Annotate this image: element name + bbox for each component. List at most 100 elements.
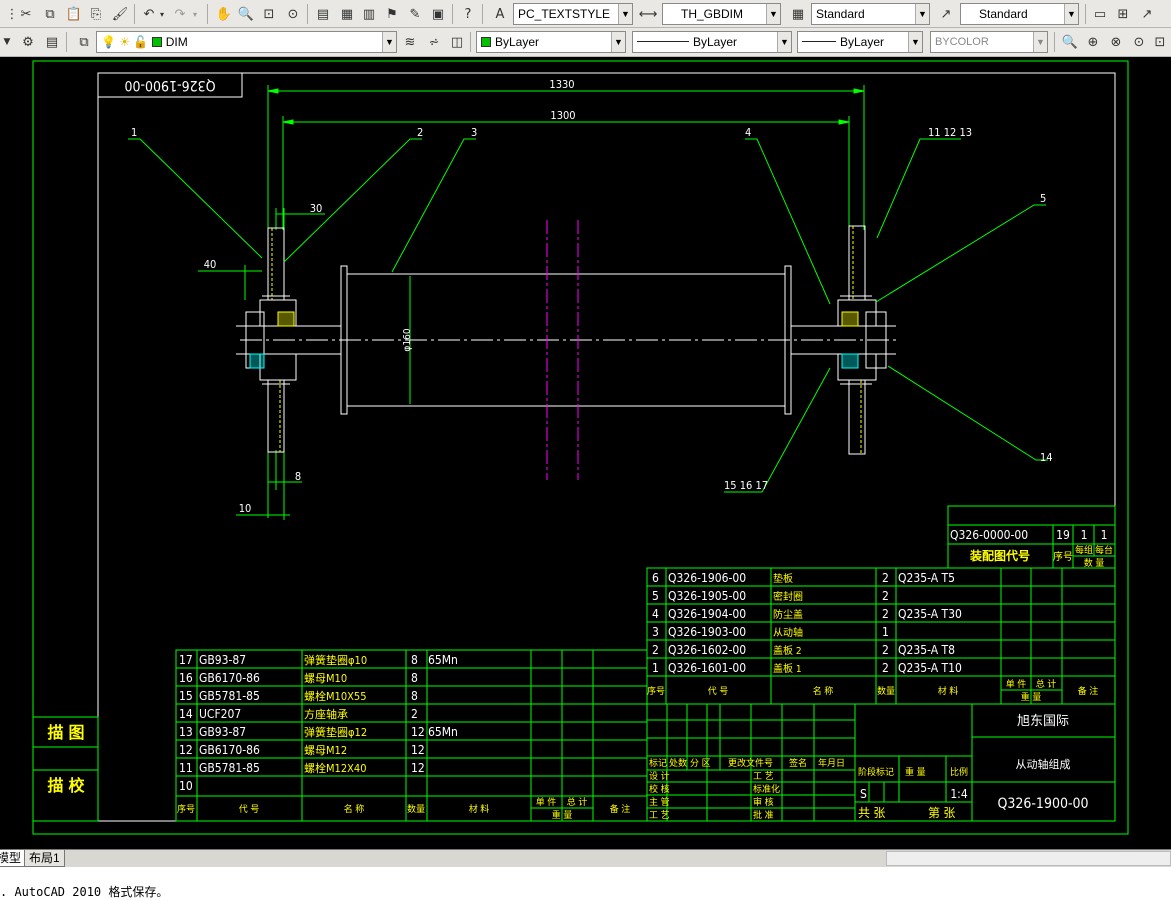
bom-row-name: 螺栓M10X55 <box>304 689 367 703</box>
bom-l-h-w1: 单 件 <box>536 796 557 808</box>
cut-icon[interactable]: ✂ <box>16 4 36 24</box>
bom-row-code: Q326-1903-00 <box>668 625 746 639</box>
bom-right-rows: 6 Q326-1906-00 垫板 2 Q235-A T5 5 Q326-1905-00 密封… <box>652 571 962 675</box>
bom-row-code: Q326-1601-00 <box>668 661 746 675</box>
layer-match-icon[interactable]: ⩫ <box>424 32 444 52</box>
pan-icon[interactable]: ✋ <box>214 4 234 24</box>
redo-dropdown-icon[interactable]: ▾ <box>190 4 200 24</box>
plotstyle-select[interactable]: BYCOLOR ▼ <box>930 31 1048 53</box>
bom-r-h-qty: 数量 <box>877 685 895 697</box>
assembly-h-group: 每组 <box>1075 544 1093 556</box>
bom-row-qty: 2 <box>882 571 889 585</box>
undo-icon[interactable]: ↶ <box>139 4 159 24</box>
table-style-select[interactable]: Standard ▼ <box>811 3 930 25</box>
bom-row-name: 螺母M12 <box>304 744 347 757</box>
dim-style-select[interactable]: TH_GBDIM ▼ <box>662 3 781 25</box>
zoom-object-icon[interactable]: ⊡ <box>1150 32 1170 52</box>
bom-row-qty: 2 <box>882 661 889 675</box>
bom-r-h-note: 备 注 <box>1078 685 1099 697</box>
bom-row-code: Q326-1904-00 <box>668 607 746 621</box>
rev-sign: 签名 <box>789 757 807 769</box>
dim-1300-text: 1300 <box>550 109 575 122</box>
command-line[interactable]: . AutoCAD 2010 格式保存。 <box>0 867 1171 901</box>
table-icon[interactable]: ⊞ <box>1113 4 1133 24</box>
bom-left-rows: 17 GB93-87 弹簧垫圈φ10 8 65Mn 16 GB6170-86 螺母M10 8 15… <box>179 653 458 793</box>
layer-states-icon[interactable]: ▤ <box>42 32 62 52</box>
linetype-select[interactable]: ByLayer ▼ <box>632 31 792 53</box>
layer-isolate-icon[interactable]: ◫ <box>447 32 467 52</box>
bom-row-no: 17 <box>179 653 193 667</box>
dim-style-icon[interactable]: ⟷ <box>638 4 658 24</box>
bom-row-no: 3 <box>652 625 659 639</box>
layer-properties-icon[interactable]: ⚙ <box>18 32 38 52</box>
bom-row-name: 弹簧垫圈φ10 <box>304 653 367 667</box>
zoom-scale-icon[interactable]: ⊗ <box>1106 32 1126 52</box>
bom-row-no: 14 <box>179 707 193 721</box>
redo-icon[interactable]: ↷ <box>170 4 190 24</box>
zoom-window2-icon[interactable]: 🔍 <box>1060 32 1080 52</box>
layout-tab-bar: 模型 布局1 <box>0 849 1171 867</box>
drawing-canvas[interactable]: Q326-1900-00 描 图 描 校 1330 1300 30 40 8 1… <box>0 57 1171 849</box>
bom-r-h-w2: 总 计 <box>1036 678 1057 690</box>
tab-layout1[interactable]: 布局1 <box>24 850 65 867</box>
text-style-icon[interactable]: A <box>490 4 510 24</box>
bom-row-qty: 8 <box>411 653 418 667</box>
text-style-select[interactable]: PC_TEXTSTYLE ▼ <box>513 3 633 25</box>
layer-select[interactable]: 💡 ☀ 🔓 DIM ▼ <box>96 31 397 53</box>
assembly-code: Q326-0000-00 <box>950 528 1028 542</box>
title-name: 从动轴组成 <box>1016 757 1071 771</box>
multileader-icon[interactable]: ↗ <box>1137 4 1157 24</box>
balloon-15-16-17: 15 16 17 <box>724 479 768 492</box>
h-weight: 重 量 <box>905 766 926 778</box>
calculator-icon[interactable]: ▣ <box>428 4 448 24</box>
horizontal-scrollbar[interactable] <box>886 851 1171 866</box>
title-code: Q326-1900-00 <box>997 796 1088 812</box>
bom-l-h-name: 名 称 <box>344 803 365 815</box>
help-icon[interactable]: ? <box>458 4 478 24</box>
zoom-realtime-icon[interactable]: 🔍 <box>236 4 256 24</box>
bom-row-no: 4 <box>652 607 659 621</box>
undo-dropdown-icon[interactable]: ▾ <box>157 4 167 24</box>
match-properties-icon[interactable]: 🖌 <box>110 4 130 24</box>
zoom-previous-icon[interactable]: ⊙ <box>283 4 303 24</box>
bom-row-code: UCF207 <box>199 707 241 721</box>
markup-icon[interactable]: ✎ <box>405 4 425 24</box>
copy-icon[interactable]: ⧉ <box>40 4 60 24</box>
color-select[interactable]: ByLayer ▼ <box>476 31 626 53</box>
bom-row-code: GB93-87 <box>199 653 246 667</box>
zoom-window-icon[interactable]: ⊡ <box>259 4 279 24</box>
paste-icon[interactable]: 📋 <box>64 4 84 24</box>
table-style-icon[interactable]: ▦ <box>788 4 808 24</box>
bom-l-h-code: 代 号 <box>239 804 260 815</box>
copy-with-basepoint-icon[interactable]: ⎘ <box>86 4 106 24</box>
layer-previous-icon[interactable]: ⧉ <box>74 32 94 52</box>
dim-8-text: 8 <box>295 470 301 483</box>
zoom-center-icon[interactable]: ⊙ <box>1129 32 1149 52</box>
bom-row-qty: 1 <box>882 625 889 639</box>
rev-mark: 标记 <box>649 757 667 769</box>
sheet-set-icon[interactable]: ⚑ <box>382 4 402 24</box>
zoom-dynamic-icon[interactable]: ⊕ <box>1083 32 1103 52</box>
dim-10-text: 10 <box>239 502 252 515</box>
tab-model[interactable]: 模型 <box>0 850 27 867</box>
lineweight-select[interactable]: ByLayer ▼ <box>797 31 923 53</box>
properties-icon[interactable]: ▤ <box>313 4 333 24</box>
dim-1330-text: 1330 <box>549 78 574 91</box>
bom-row-no: 15 <box>179 689 193 703</box>
bom-r-h-w3: 重 量 <box>1021 691 1042 703</box>
bom-row-material: 65Mn <box>428 653 458 667</box>
role-approve: 批 准 <box>753 809 774 821</box>
assembly-qty2: 1 <box>1101 528 1108 542</box>
multileader-style-icon[interactable]: ↗ <box>936 4 956 24</box>
bom-row-material: Q235-A T8 <box>898 643 955 657</box>
viewport-icon[interactable]: ▭ <box>1090 4 1110 24</box>
bom-row-no: 5 <box>652 589 659 603</box>
bom-row-name: 密封圈 <box>773 590 803 603</box>
title-company: 旭东国际 <box>1017 714 1069 729</box>
make-current-icon[interactable]: ≋ <box>400 32 420 52</box>
design-center-icon[interactable]: ▦ <box>337 4 357 24</box>
multileader-style-select[interactable]: Standard ▼ <box>960 3 1079 25</box>
tool-palettes-icon[interactable]: ▥ <box>359 4 379 24</box>
chevron-down-icon[interactable]: ▼ <box>0 32 14 52</box>
bom-row-code: Q326-1905-00 <box>668 589 746 603</box>
